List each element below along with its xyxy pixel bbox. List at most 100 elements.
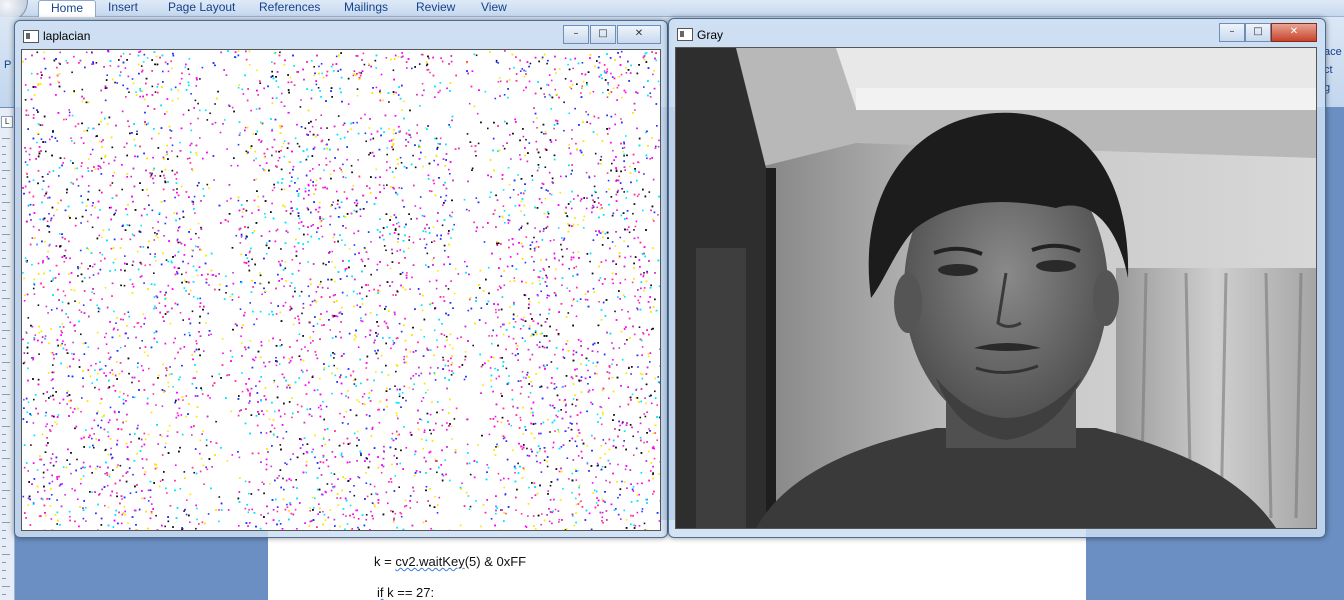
ruler-tick [2, 266, 10, 267]
ruler-tick [2, 218, 6, 219]
ruler-tick [2, 554, 10, 555]
right-ear [1093, 270, 1119, 326]
ruler-tick [2, 306, 6, 307]
ruler-tick [2, 386, 6, 387]
ruler-tick [2, 594, 6, 595]
ruler-tick [2, 354, 6, 355]
ruler-tick [2, 274, 6, 275]
ruler-tick [2, 250, 6, 251]
ribbon-fragment-3: g [1324, 82, 1331, 94]
ruler-tick [2, 298, 10, 299]
code-line-2-rest: k == 27: [383, 585, 435, 600]
ruler-tick [2, 482, 6, 483]
ribbon-fragment-2: ct [1324, 64, 1333, 76]
ruler-tick [2, 394, 10, 395]
ruler-tick [2, 530, 6, 531]
ruler-tick [2, 242, 6, 243]
ruler-tick [2, 234, 10, 235]
ruler-tick [2, 562, 6, 563]
tab-review[interactable]: Review [416, 0, 455, 16]
ruler-tick [2, 330, 10, 331]
right-eye [1036, 260, 1076, 272]
ruler-tick [2, 370, 6, 371]
ruler-tick [2, 498, 6, 499]
code-line-1-pre: k = [374, 554, 396, 569]
ruler-tick [2, 410, 6, 411]
ribbon-right-fragment: ace ct g [1324, 46, 1344, 106]
gray-webcam-photo [676, 48, 1316, 528]
code-line-2: if k == 27: [377, 585, 434, 600]
minimize-button[interactable]: – [563, 25, 589, 44]
ruler-tick [2, 450, 6, 451]
ruler-tick [2, 322, 6, 323]
ruler-tick [2, 514, 6, 515]
tab-selector[interactable]: L [1, 116, 13, 128]
door-panel [696, 248, 746, 528]
ruler-tick [2, 290, 6, 291]
ribbon-tab-strip: Home Insert Page Layout References Maili… [0, 0, 1344, 22]
ribbon-fragment-1: ace [1324, 46, 1342, 58]
gray-title: Gray [697, 28, 724, 42]
ruler-tick [2, 162, 6, 163]
gray-window[interactable]: Gray – □ ✕ [668, 18, 1326, 538]
ruler-tick [2, 138, 10, 139]
ruler-tick [2, 418, 6, 419]
window-icon [677, 28, 693, 41]
ruler-tick [2, 314, 6, 315]
code-line-1-func: cv2.waitKey [395, 554, 465, 569]
gray-title-bar[interactable]: Gray – □ ✕ [675, 23, 1319, 43]
left-ear [894, 273, 922, 333]
ruler-tick [2, 474, 6, 475]
ruler-tick [2, 434, 6, 435]
laplacian-noise-image [22, 50, 660, 530]
tab-page-layout[interactable]: Page Layout [168, 0, 235, 16]
laplacian-title-bar[interactable]: laplacian – □ ✕ [21, 25, 661, 45]
ruler-tick [2, 146, 6, 147]
laplacian-image [21, 49, 661, 531]
ruler-tick [2, 378, 6, 379]
ruler-tick [2, 522, 10, 523]
ruler-tick [2, 466, 6, 467]
gray-image [675, 47, 1317, 529]
ruler-tick [2, 570, 6, 571]
ruler-tick [2, 170, 10, 171]
ruler-tick [2, 490, 10, 491]
maximize-button[interactable]: □ [590, 25, 616, 44]
door-frame [766, 168, 776, 528]
tab-mailings[interactable]: Mailings [344, 0, 388, 16]
code-line-1: k = cv2.waitKey(5) & 0xFF [374, 554, 526, 569]
ruler-tick [2, 506, 6, 507]
ruler-tick [2, 402, 6, 403]
left-eye [938, 264, 978, 276]
maximize-button[interactable]: □ [1245, 23, 1271, 42]
laplacian-title: laplacian [43, 29, 91, 43]
ruler-tick [2, 362, 10, 363]
code-line-1-post: (5) & 0xFF [464, 554, 527, 569]
ruler-tick [2, 202, 10, 203]
ruler-tick [2, 346, 6, 347]
close-button[interactable]: ✕ [1271, 23, 1317, 42]
window-icon [23, 30, 39, 43]
ruler-tick [2, 458, 10, 459]
minimize-button[interactable]: – [1219, 23, 1245, 42]
ruler-tick [2, 338, 6, 339]
ceiling-beam [856, 88, 1316, 110]
ruler-tick [2, 546, 6, 547]
tab-references[interactable]: References [259, 0, 320, 16]
laplacian-window[interactable]: laplacian – □ ✕ [14, 20, 668, 538]
ruler-tick [2, 426, 10, 427]
tab-view[interactable]: View [481, 0, 507, 16]
ruler-tick [2, 186, 6, 187]
ruler-tick [2, 258, 6, 259]
ruler-tick [2, 282, 6, 283]
tab-insert[interactable]: Insert [108, 0, 138, 16]
ruler-tick [2, 178, 6, 179]
vertical-ruler: L [0, 108, 15, 600]
ruler-tick [2, 442, 6, 443]
ruler-tick [2, 154, 6, 155]
ruler-tick [2, 194, 6, 195]
close-button[interactable]: ✕ [617, 25, 661, 44]
ruler-tick [2, 578, 6, 579]
ruler-tick [2, 538, 6, 539]
tab-home[interactable]: Home [38, 0, 97, 17]
